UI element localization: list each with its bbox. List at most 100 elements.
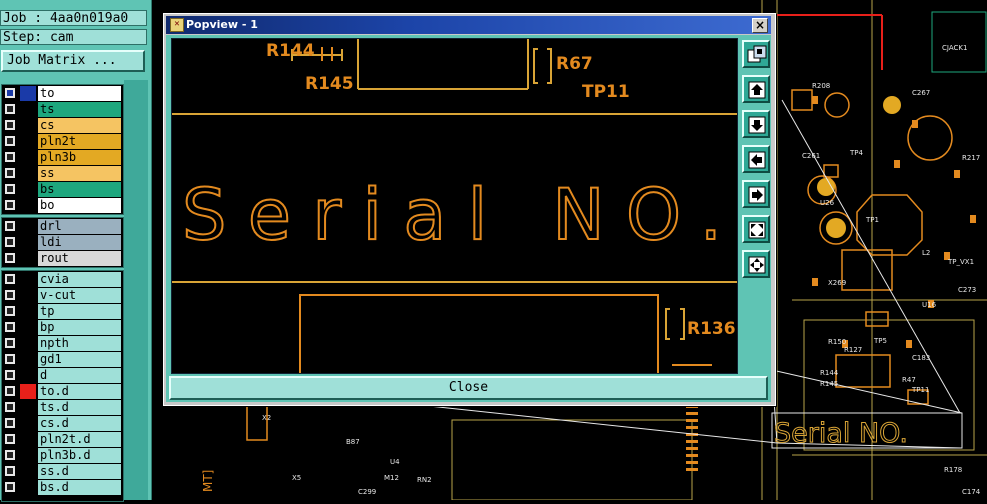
layer-row[interactable]: npth bbox=[2, 336, 123, 351]
layer-checkbox[interactable] bbox=[5, 370, 15, 380]
layer-name[interactable]: pln2t bbox=[38, 134, 121, 149]
layer-color-swatch[interactable] bbox=[20, 288, 36, 303]
layer-color-swatch[interactable] bbox=[20, 416, 36, 431]
layer-checkbox[interactable] bbox=[5, 237, 15, 247]
layer-row[interactable]: pln2t.d bbox=[2, 432, 123, 447]
layer-name[interactable]: pln3b.d bbox=[38, 448, 121, 463]
layer-row[interactable]: cs.d bbox=[2, 416, 123, 431]
zoom-view[interactable]: R144 R145 R67 TP11 R136 Serial NO. bbox=[171, 38, 738, 374]
layer-checkbox[interactable] bbox=[5, 253, 15, 263]
layer-name[interactable]: bp bbox=[38, 320, 121, 335]
layer-checkbox[interactable] bbox=[5, 434, 15, 444]
layer-name[interactable]: gd1 bbox=[38, 352, 121, 367]
layer-row[interactable]: ss bbox=[2, 166, 123, 181]
layer-checkbox[interactable] bbox=[5, 104, 15, 114]
layer-row[interactable]: tp bbox=[2, 304, 123, 319]
layer-color-swatch[interactable] bbox=[20, 272, 36, 287]
layer-color-swatch[interactable] bbox=[20, 480, 36, 495]
layer-row[interactable]: to.d bbox=[2, 384, 123, 399]
layer-row[interactable]: ts bbox=[2, 102, 123, 117]
layer-row[interactable]: ldi bbox=[2, 235, 123, 250]
layer-name[interactable]: ss.d bbox=[38, 464, 121, 479]
layer-color-swatch[interactable] bbox=[20, 448, 36, 463]
layer-row[interactable]: cvia bbox=[2, 272, 123, 287]
layer-row[interactable]: d bbox=[2, 368, 123, 383]
layer-color-swatch[interactable] bbox=[20, 182, 36, 197]
pan-button[interactable] bbox=[742, 250, 770, 278]
layer-name[interactable]: cs.d bbox=[38, 416, 121, 431]
layer-row[interactable]: pln3b bbox=[2, 150, 123, 165]
layer-checkbox[interactable] bbox=[5, 290, 15, 300]
layer-name[interactable]: npth bbox=[38, 336, 121, 351]
layer-checkbox[interactable] bbox=[5, 402, 15, 412]
layer-row[interactable]: cs bbox=[2, 118, 123, 133]
layer-color-swatch[interactable] bbox=[20, 235, 36, 250]
layer-color-swatch[interactable] bbox=[20, 198, 36, 213]
layer-name[interactable]: bs.d bbox=[38, 480, 121, 495]
job-matrix-button[interactable]: Job Matrix ... bbox=[1, 50, 145, 72]
layer-color-swatch[interactable] bbox=[20, 368, 36, 383]
layer-color-swatch[interactable] bbox=[20, 304, 36, 319]
layer-color-swatch[interactable] bbox=[20, 432, 36, 447]
layer-checkbox[interactable] bbox=[5, 354, 15, 364]
layer-row[interactable]: gd1 bbox=[2, 352, 123, 367]
layer-checkbox[interactable] bbox=[5, 136, 15, 146]
layer-row[interactable]: ss.d bbox=[2, 464, 123, 479]
move-left-button[interactable] bbox=[742, 145, 770, 173]
layer-name[interactable]: bs bbox=[38, 182, 121, 197]
layer-name[interactable]: ss bbox=[38, 166, 121, 181]
layer-color-swatch[interactable] bbox=[20, 150, 36, 165]
layer-checkbox[interactable] bbox=[5, 338, 15, 348]
layer-row[interactable]: to bbox=[2, 86, 123, 101]
layer-name[interactable]: pln2t.d bbox=[38, 432, 121, 447]
layer-color-swatch[interactable] bbox=[20, 118, 36, 133]
layer-color-swatch[interactable] bbox=[20, 384, 36, 399]
layer-name[interactable]: d bbox=[38, 368, 121, 383]
layer-name[interactable]: ts.d bbox=[38, 400, 121, 415]
layer-row[interactable]: bs.d bbox=[2, 480, 123, 495]
close-button[interactable]: Close bbox=[169, 376, 768, 400]
layer-color-swatch[interactable] bbox=[20, 134, 36, 149]
layer-row[interactable]: bo bbox=[2, 198, 123, 213]
layer-name[interactable]: to bbox=[38, 86, 121, 101]
layer-checkbox[interactable] bbox=[5, 466, 15, 476]
close-window-button[interactable]: × bbox=[752, 18, 768, 33]
layer-name[interactable]: bo bbox=[38, 198, 121, 213]
layer-color-swatch[interactable] bbox=[20, 352, 36, 367]
move-right-button[interactable] bbox=[742, 180, 770, 208]
layer-checkbox[interactable] bbox=[5, 322, 15, 332]
move-up-button[interactable] bbox=[742, 75, 770, 103]
layer-name[interactable]: pln3b bbox=[38, 150, 121, 165]
layer-checkbox[interactable] bbox=[5, 306, 15, 316]
layer-name[interactable]: tp bbox=[38, 304, 121, 319]
layer-name[interactable]: ts bbox=[38, 102, 121, 117]
layer-row[interactable]: bs bbox=[2, 182, 123, 197]
layer-checkbox[interactable] bbox=[5, 120, 15, 130]
layer-checkbox[interactable] bbox=[5, 386, 15, 396]
layer-checkbox[interactable] bbox=[5, 184, 15, 194]
layer-row[interactable]: v-cut bbox=[2, 288, 123, 303]
layer-checkbox[interactable] bbox=[5, 88, 15, 98]
layer-color-swatch[interactable] bbox=[20, 336, 36, 351]
layer-name[interactable]: rout bbox=[38, 251, 121, 266]
layer-row[interactable]: pln2t bbox=[2, 134, 123, 149]
layer-color-swatch[interactable] bbox=[20, 400, 36, 415]
title-bar[interactable]: ✕ Popview - 1 × bbox=[166, 16, 771, 34]
layer-color-swatch[interactable] bbox=[20, 251, 36, 266]
layer-color-swatch[interactable] bbox=[20, 320, 36, 335]
move-down-button[interactable] bbox=[742, 110, 770, 138]
layer-name[interactable]: ldi bbox=[38, 235, 121, 250]
layer-color-swatch[interactable] bbox=[20, 219, 36, 234]
layer-checkbox[interactable] bbox=[5, 450, 15, 460]
layer-checkbox[interactable] bbox=[5, 152, 15, 162]
layer-checkbox[interactable] bbox=[5, 418, 15, 428]
layer-name[interactable]: cvia bbox=[38, 272, 121, 287]
layer-checkbox[interactable] bbox=[5, 221, 15, 231]
layer-scrollbar[interactable] bbox=[124, 80, 148, 500]
layer-name[interactable]: drl bbox=[38, 219, 121, 234]
layer-row[interactable]: drl bbox=[2, 219, 123, 234]
layer-checkbox[interactable] bbox=[5, 200, 15, 210]
layer-row[interactable]: bp bbox=[2, 320, 123, 335]
layer-row[interactable]: ts.d bbox=[2, 400, 123, 415]
layer-name[interactable]: to.d bbox=[38, 384, 121, 399]
